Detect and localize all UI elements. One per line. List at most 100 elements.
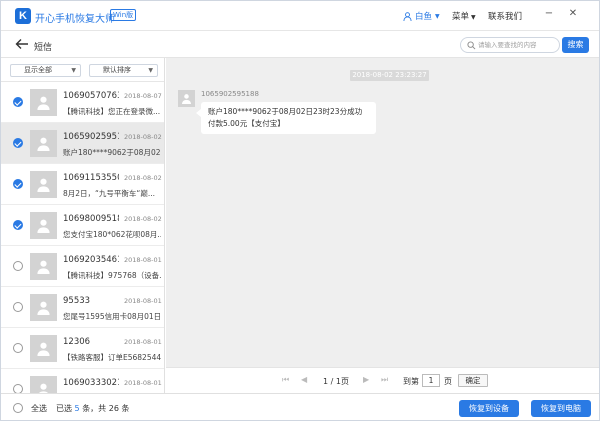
message-preview: 【腾讯科技】您正在登录微... [63, 107, 161, 116]
message-date: 2018-08-02 [124, 215, 162, 223]
page-title: 短信 [34, 43, 53, 53]
next-page-icon[interactable]: ▶ [363, 375, 369, 384]
person-icon [37, 260, 50, 274]
avatar [30, 171, 57, 198]
list-item[interactable]: 10692035461... 2018-08-01 【腾讯科技】975768（设备.… [1, 246, 164, 287]
person-icon [37, 96, 50, 110]
list-item[interactable]: 106980095188 2018-08-02 您支付宝180*062花呗08月..… [1, 205, 164, 246]
chevron-down-icon: ▼ [471, 14, 476, 21]
sender-name: 10692035461... [63, 255, 119, 265]
goto-label: 到第 [403, 377, 419, 386]
selection-summary: 已选 5 条，共 26 条 [56, 403, 129, 414]
sender-name: 10690570763... [63, 91, 119, 101]
back-arrow-icon[interactable] [15, 37, 29, 51]
person-icon [39, 383, 48, 393]
last-page-icon[interactable]: ⏭ [381, 375, 388, 385]
row-checkbox[interactable] [13, 220, 23, 230]
user-icon [403, 11, 412, 21]
message-preview: 【铁路客服】订单E5682544... [63, 353, 161, 362]
list-item[interactable]: 10690333021... 2018-08-01 [1, 369, 164, 393]
select-all-checkbox[interactable] [13, 403, 23, 413]
person-icon [37, 178, 50, 192]
selected-prefix: 已选 [56, 404, 72, 413]
show-filter-label: 显示全部 [24, 66, 52, 74]
message-date: 2018-08-01 [124, 379, 162, 387]
person-icon [37, 301, 50, 315]
first-page-icon[interactable]: ⏮ [282, 375, 289, 385]
message-preview: 您支付宝180*062花呗08月... [63, 230, 161, 239]
list-item[interactable]: 10659025951... 2018-08-02 账户180****9062于08… [1, 123, 164, 164]
chevron-down-icon: ▼ [435, 12, 440, 20]
row-checkbox[interactable] [13, 261, 23, 271]
message-preview: 账户180****9062于08月02... [63, 148, 161, 157]
close-icon[interactable]: ✕ [566, 7, 580, 21]
page-unit-label: 页 [444, 377, 452, 386]
search-icon [467, 41, 476, 50]
row-checkbox[interactable] [13, 97, 23, 107]
page-indicator: 1 / 1页 [323, 377, 349, 386]
person-icon [37, 137, 50, 151]
avatar [30, 253, 57, 280]
minimize-icon[interactable]: − [542, 7, 556, 21]
list-item[interactable]: 95533 2018-08-01 您尾号1595信用卡08月01日... [1, 287, 164, 328]
sender-name: 106980095188 [63, 214, 119, 224]
sender-name: 10659025951... [63, 132, 119, 142]
goto-page-input[interactable]: 1 [422, 374, 440, 387]
search-box [460, 37, 560, 53]
search-button[interactable]: 搜索 [562, 37, 589, 53]
message-date: 2018-08-07 [124, 92, 162, 100]
contact-us-link[interactable]: 联系我们 [488, 10, 522, 22]
list-item[interactable]: 10690570763... 2018-08-07 【腾讯科技】您正在登录微... [1, 82, 164, 123]
select-all-label: 全选 [31, 404, 47, 413]
app-window: K 开心手机恢复大师 Win版 白鱼 ▼ 菜单▼ 联系我们 − ✕ 短信 搜索 … [0, 0, 600, 421]
pagination-bar: ⏮ ◀ 1 / 1页 ▶ ⏭ 到第 1 页 确定 [166, 367, 599, 393]
message-date: 2018-08-01 [124, 338, 162, 346]
list-item[interactable]: 12306 2018-08-01 【铁路客服】订单E5682544... [1, 328, 164, 369]
message-bubble: 账户180****9062于08月02日23时23分成功付款5.00元【支付宝】 [196, 102, 376, 134]
user-name: 白鱼 [415, 12, 433, 22]
message-date: 2018-08-01 [124, 256, 162, 264]
message-list-pane: 显示全部 ▼ 默认排序 ▼ 10690570763... 2018-08-07 【腾… [1, 58, 165, 393]
avatar [30, 376, 57, 393]
search-input[interactable] [478, 39, 556, 51]
avatar [30, 212, 57, 239]
goto-confirm-button[interactable]: 确定 [458, 374, 488, 387]
list-item[interactable]: 106911535500 2018-08-02 8月2日，“九号平衡车“巅... [1, 164, 164, 205]
sender-name: 106911535500 [63, 173, 119, 183]
message-date: 2018-08-02 [124, 174, 162, 182]
user-menu[interactable]: 白鱼 ▼ [403, 10, 440, 22]
conversation-pane: 2018-08-02 23:23:27 1065902595188 账户180*… [166, 58, 599, 367]
edition-badge: Win版 [110, 9, 137, 21]
sender-avatar [178, 90, 195, 107]
sort-dropdown[interactable]: 默认排序 ▼ [89, 64, 158, 77]
app-title: 开心手机恢复大师 [35, 14, 115, 25]
restore-to-device-button[interactable]: 恢复到设备 [459, 400, 519, 417]
message-date: 2018-08-01 [124, 297, 162, 305]
row-checkbox[interactable] [13, 138, 23, 148]
row-checkbox[interactable] [13, 384, 23, 393]
menu-button[interactable]: 菜单 ▼ [452, 10, 476, 22]
show-filter-dropdown[interactable]: 显示全部 ▼ [10, 64, 81, 77]
message-preview: 8月2日，“九号平衡车“巅... [63, 189, 155, 198]
row-checkbox[interactable] [13, 179, 23, 189]
footer-bar: 全选 已选 5 条，共 26 条 恢复到设备 恢复到电脑 [1, 393, 599, 420]
prev-page-icon[interactable]: ◀ [301, 375, 307, 384]
sender-name: 12306 [63, 337, 91, 347]
chevron-down-icon: ▼ [71, 67, 76, 74]
avatar [30, 130, 57, 157]
restore-to-pc-button[interactable]: 恢复到电脑 [531, 400, 591, 417]
selected-count: 5 [74, 404, 80, 413]
sort-label: 默认排序 [103, 66, 131, 74]
person-icon [37, 219, 50, 233]
title-bar: K 开心手机恢复大师 Win版 白鱼 ▼ 菜单 ▼ 联系我们 − ✕ [1, 1, 599, 31]
row-checkbox[interactable] [13, 343, 23, 353]
app-logo-icon: K [15, 8, 31, 24]
message-preview: 【腾讯科技】975768（设备... [63, 271, 161, 280]
selected-suffix: 条，共 26 条 [82, 404, 130, 413]
sender-name: 95533 [63, 296, 91, 306]
sender-number: 1065902595188 [201, 90, 259, 98]
row-checkbox[interactable] [13, 302, 23, 312]
filter-bar: 显示全部 ▼ 默认排序 ▼ [1, 58, 164, 82]
avatar [30, 335, 57, 362]
page-header: 短信 搜索 [1, 32, 599, 58]
